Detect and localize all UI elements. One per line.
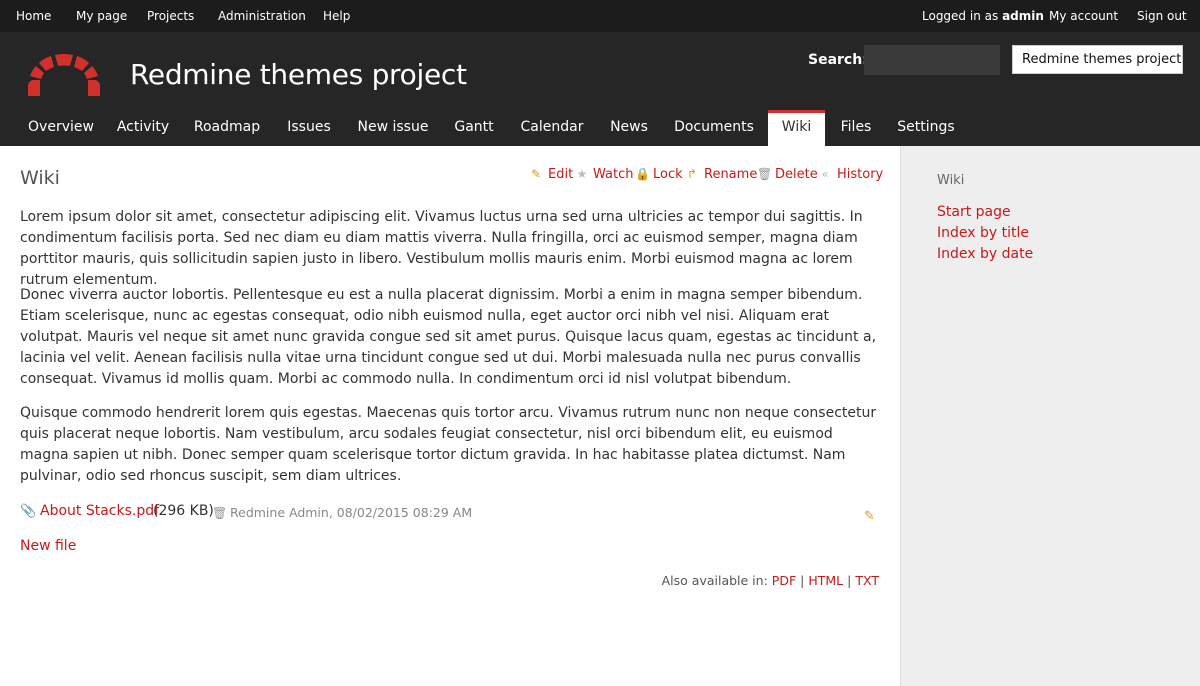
export-html-link[interactable]: HTML bbox=[808, 573, 843, 588]
tab-roadmap[interactable]: Roadmap bbox=[187, 110, 267, 146]
redmine-logo[interactable] bbox=[24, 46, 104, 100]
lock-icon: 🔒 bbox=[635, 167, 650, 181]
tab-new-issue[interactable]: New issue bbox=[351, 110, 435, 146]
history-link[interactable]: History bbox=[837, 167, 883, 182]
sidebar-start-page[interactable]: Start page bbox=[937, 204, 1011, 220]
attachment-author-date: Redmine Admin, 08/02/2015 08:29 AM bbox=[230, 505, 473, 520]
search-input[interactable] bbox=[864, 45, 1000, 75]
attachment-size: (296 KB) bbox=[153, 503, 214, 519]
attachment-delete-icon[interactable]: 🗑 bbox=[212, 506, 227, 520]
sidebar: Wiki Start page Index by title Index by … bbox=[900, 146, 1200, 686]
paperclip-icon: 📎 bbox=[20, 504, 37, 519]
tab-issues[interactable]: Issues bbox=[280, 110, 338, 146]
wiki-paragraph-1: Lorem ipsum dolor sit amet, consectetur … bbox=[20, 209, 863, 288]
logged-in-as: Logged in as admin bbox=[922, 9, 1044, 23]
tab-news[interactable]: News bbox=[603, 110, 655, 146]
attachment-link[interactable]: About Stacks.pdf bbox=[40, 503, 159, 519]
main-content: Wiki ✎ Edit ★ Watch 🔒 Lock ↱ Rename 🗑 De… bbox=[0, 146, 900, 686]
edit-link[interactable]: Edit bbox=[548, 167, 573, 182]
wiki-paragraph-2: Donec viverra auctor lobortis. Pellentes… bbox=[20, 287, 877, 387]
top-menu-projects[interactable]: Projects bbox=[147, 9, 194, 23]
pencil-icon: ✎ bbox=[530, 167, 542, 181]
lock-link[interactable]: Lock bbox=[653, 167, 683, 182]
sign-out-link[interactable]: Sign out bbox=[1137, 9, 1187, 23]
rename-link[interactable]: Rename bbox=[704, 167, 757, 182]
other-formats-label: Also available in: bbox=[661, 573, 768, 588]
delete-link[interactable]: Delete bbox=[775, 167, 818, 182]
trash-icon: 🗑 bbox=[757, 167, 773, 181]
sidebar-index-by-title[interactable]: Index by title bbox=[937, 225, 1029, 241]
page-title: Wiki bbox=[20, 167, 60, 189]
rename-arrow-icon: ↱ bbox=[686, 167, 698, 181]
tab-settings[interactable]: Settings bbox=[892, 110, 960, 146]
tab-wiki[interactable]: Wiki bbox=[768, 110, 825, 146]
search-label: Search: bbox=[808, 52, 868, 68]
main-menu: Overview Activity Roadmap Issues New iss… bbox=[0, 110, 1200, 146]
header: Redmine themes project Search: Redmine t… bbox=[0, 32, 1200, 146]
watch-link[interactable]: Watch bbox=[593, 167, 633, 182]
tab-overview[interactable]: Overview bbox=[19, 110, 103, 146]
project-jump-select[interactable]: Redmine themes project bbox=[1012, 45, 1183, 74]
wiki-paragraph-3: Quisque commodo hendrerit lorem quis ege… bbox=[20, 405, 877, 484]
site-title[interactable]: Redmine themes project bbox=[130, 58, 467, 91]
top-menu-help[interactable]: Help bbox=[323, 9, 350, 23]
new-file-link[interactable]: New file bbox=[20, 538, 76, 554]
tab-documents[interactable]: Documents bbox=[669, 110, 759, 146]
top-menu-my-page[interactable]: My page bbox=[76, 9, 127, 23]
history-icon: « bbox=[821, 167, 829, 181]
format-separator: | bbox=[800, 573, 805, 588]
other-formats: Also available in: PDF | HTML | TXT bbox=[662, 573, 879, 588]
tab-files[interactable]: Files bbox=[834, 110, 878, 146]
export-pdf-link[interactable]: PDF bbox=[772, 573, 796, 588]
sidebar-index-by-date[interactable]: Index by date bbox=[937, 246, 1033, 262]
star-icon: ★ bbox=[576, 167, 588, 181]
export-txt-link[interactable]: TXT bbox=[855, 573, 879, 588]
logged-in-user[interactable]: admin bbox=[1002, 9, 1044, 23]
tab-calendar[interactable]: Calendar bbox=[512, 110, 592, 146]
top-menu: Home My page Projects Administration Hel… bbox=[0, 0, 1200, 32]
format-separator: | bbox=[847, 573, 852, 588]
attachments-edit-icon[interactable]: ✎ bbox=[864, 509, 875, 524]
top-menu-administration[interactable]: Administration bbox=[218, 9, 306, 23]
logged-in-prefix: Logged in as bbox=[922, 9, 999, 23]
tab-gantt[interactable]: Gantt bbox=[446, 110, 502, 146]
my-account-link[interactable]: My account bbox=[1049, 9, 1118, 23]
top-menu-home[interactable]: Home bbox=[16, 9, 51, 23]
tab-activity[interactable]: Activity bbox=[109, 110, 177, 146]
sidebar-heading: Wiki bbox=[937, 173, 965, 188]
